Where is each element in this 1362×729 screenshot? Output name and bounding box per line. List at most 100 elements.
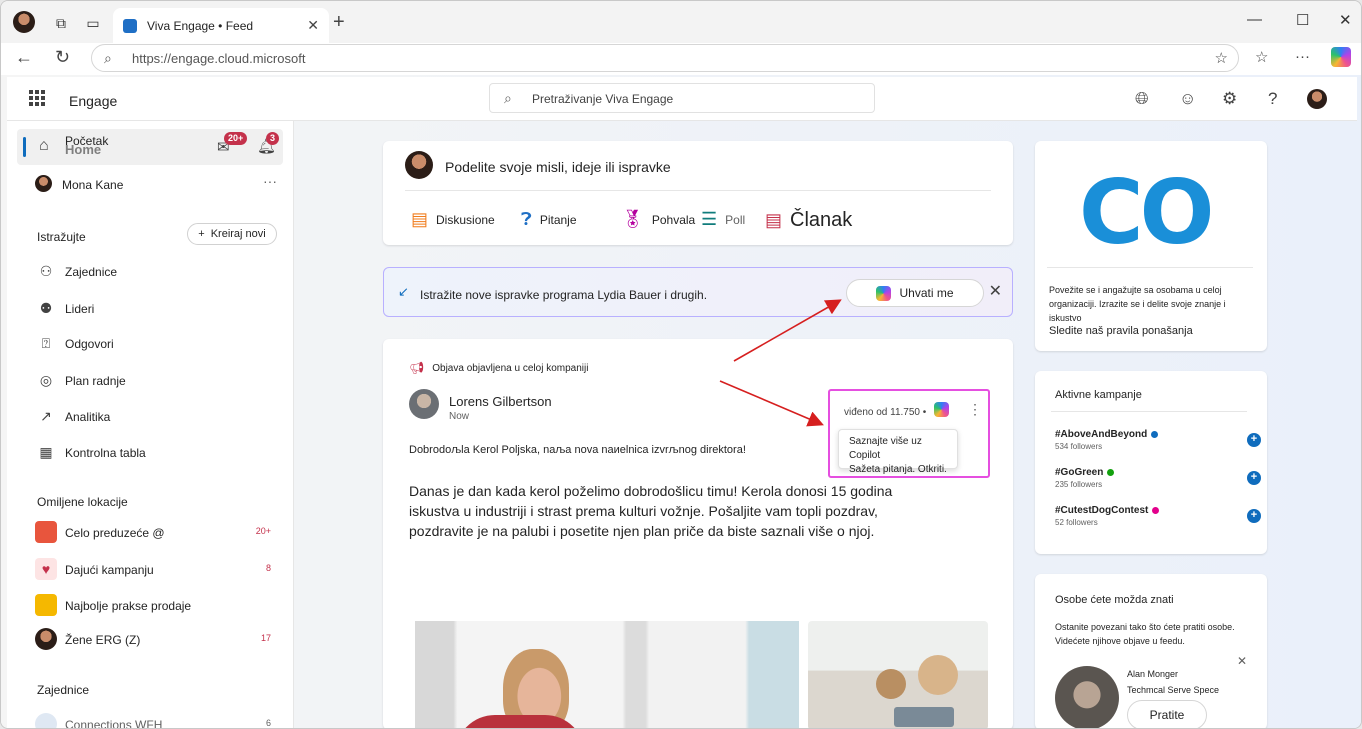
inbox-badge: 20+	[224, 132, 248, 145]
sidebar-item-answers[interactable]: ⍰ Odgovori	[37, 335, 277, 355]
praise-button[interactable]: 🏅︎ Pohvala	[621, 209, 695, 230]
user-avatar	[405, 151, 433, 179]
discussion-icon: ▤	[411, 209, 429, 229]
workspaces-icon[interactable]: ⧉	[49, 11, 73, 35]
catch-me-up-button[interactable]: Uhvati me	[846, 279, 984, 307]
close-icon[interactable]: ✕	[989, 281, 1002, 301]
seen-count[interactable]: viđeno od 11.750 •	[844, 407, 926, 418]
minimize-icon[interactable]: —	[1247, 11, 1262, 28]
campaign-tag: #AboveAndBeyond	[1055, 429, 1148, 440]
status-dot-icon	[1152, 507, 1160, 514]
community-label: Connections WFH	[65, 718, 163, 729]
post-image-portrait[interactable]	[415, 621, 799, 728]
follow-plus-icon[interactable]: +	[1247, 509, 1261, 523]
campaigns-heading: Aktivne kampanje	[1055, 389, 1142, 401]
post-image-family[interactable]	[808, 621, 988, 728]
create-new-button[interactable]: + Kreiraj novi	[187, 223, 277, 245]
tab-actions-icon[interactable]: ▭	[81, 11, 105, 35]
favorite-star-icon[interactable]: ☆	[1215, 49, 1228, 67]
user-name: Mona Kane	[62, 178, 124, 192]
favorite-sales-practices[interactable]: Najbolje prakse prodaje	[35, 594, 275, 620]
question-button[interactable]: ❓︎ Pitanje	[521, 209, 577, 230]
campaign-item[interactable]: #CutestDogContest 52 followers +	[1055, 505, 1261, 535]
suggested-person-role: Techmcal Serve Spece	[1127, 685, 1220, 695]
favorite-label: Celo preduzeće @	[65, 526, 165, 540]
sparkle-arrow-icon: ↙	[398, 284, 409, 299]
app-launcher-icon[interactable]	[29, 90, 45, 106]
community-count: 6	[265, 718, 271, 728]
favorite-label: Najbolje prakse prodaje	[65, 599, 192, 613]
search-placeholder: Pretraživanje Viva Engage	[532, 92, 674, 106]
discussion-button[interactable]: ▤ Diskusione	[411, 209, 495, 230]
close-window-icon[interactable]: ✕	[1339, 11, 1352, 29]
user-profile-row[interactable]: Mona Kane ···	[35, 173, 285, 197]
globe-icon[interactable]: 🌐︎	[1135, 89, 1149, 109]
sidebar-item-leaders[interactable]: ⚉ Lideri	[37, 300, 277, 320]
refresh-icon[interactable]: ↻	[55, 47, 70, 68]
campaign-item[interactable]: #GoGreen 235 followers +	[1055, 467, 1261, 497]
search-input[interactable]: ⌕ Pretraživanje Viva Engage	[489, 83, 875, 113]
follow-plus-icon[interactable]: +	[1247, 433, 1261, 447]
settings-gear-icon[interactable]: ⚙	[1222, 89, 1237, 109]
follow-plus-icon[interactable]: +	[1247, 471, 1261, 485]
praise-icon: 🏅︎	[621, 209, 644, 229]
follow-button[interactable]: Pratite	[1127, 700, 1207, 728]
community-connections-wfh[interactable]: Connections WFH 6	[35, 713, 275, 729]
more-options-icon[interactable]: ⋮	[968, 401, 982, 418]
more-icon[interactable]: ···	[263, 173, 277, 189]
sidebar-item-home[interactable]: ⌂ Home Početak ✉ 20+ 🔔︎ 3	[17, 129, 283, 165]
copilot-icon[interactable]	[934, 402, 949, 417]
new-tab-icon[interactable]: +	[333, 11, 345, 34]
search-icon: ⌕	[104, 50, 112, 66]
suggested-person-avatar[interactable]	[1055, 666, 1119, 728]
favorite-giving-campaign[interactable]: ♥ Dajući kampanju 8	[35, 558, 275, 584]
favorites-icon[interactable]: ☆	[1255, 48, 1268, 66]
seen-by-highlight: viđeno od 11.750 • ⋮ Saznajte više uz Co…	[828, 389, 990, 478]
catch-me-up-label: Uhvati me	[899, 286, 954, 300]
close-tab-icon[interactable]: ✕	[307, 17, 319, 34]
favorite-women-erg[interactable]: Žene ERG (Z) 17	[35, 628, 275, 654]
home-icon: ⌂	[39, 137, 49, 154]
address-bar[interactable]: ⌕ https://engage.cloud.microsoft ☆	[91, 44, 1239, 72]
campaign-followers: 235 followers	[1055, 480, 1103, 489]
leaders-icon: ⚉	[39, 300, 53, 316]
megaphone-icon: 📢︎	[409, 361, 425, 375]
sidebar-item-analytics[interactable]: ↗ Analitika	[37, 408, 277, 428]
sidebar-item-label: Lideri	[65, 302, 95, 316]
answers-icon: ⍰	[41, 335, 51, 351]
dismiss-icon[interactable]: ✕	[1237, 654, 1247, 668]
composer-prompt[interactable]: Podelite svoje misli, ideje ili ispravke	[445, 159, 671, 175]
back-icon[interactable]: ←	[15, 47, 33, 68]
user-avatar[interactable]	[1307, 89, 1327, 109]
maximize-icon[interactable]: ☐	[1296, 11, 1309, 29]
app-name: Engage	[69, 93, 118, 109]
sidebar-item-dashboard[interactable]: ▦ Kontrolna tabla	[37, 444, 277, 464]
author-avatar[interactable]	[409, 389, 439, 419]
campaign-tag: #GoGreen	[1055, 467, 1104, 478]
campaign-item[interactable]: #AboveAndBeyond 534 followers +	[1055, 429, 1261, 459]
heart-icon: ♥	[35, 558, 57, 580]
divider	[1047, 267, 1253, 268]
announcement-label: 📢︎ Objava objavljena u celoj kompaniji	[409, 361, 588, 375]
favorite-count: 20+	[255, 526, 271, 536]
code-of-conduct-link[interactable]: Sledite naš pravila ponašanja	[1049, 325, 1193, 337]
community-icon	[35, 713, 57, 728]
browser-tab-active[interactable]: Viva Engage • Feed ✕	[113, 8, 329, 43]
author-name[interactable]: Lorens Gilbertson	[449, 394, 552, 409]
favorite-all-company[interactable]: Celo preduzeće @ 20+	[35, 521, 275, 547]
sidebar-item-storyline[interactable]: ◎ Plan radnje	[37, 372, 277, 392]
notifications-badge: 3	[266, 132, 280, 145]
analytics-icon: ↗	[40, 408, 52, 424]
emoji-feedback-icon[interactable]: ☺	[1179, 89, 1196, 109]
help-icon[interactable]: ?	[1268, 89, 1277, 109]
child-figure	[876, 669, 906, 699]
favorites-heading: Omiljene lokacije	[37, 495, 128, 509]
sidebar-item-label: Kontrolna tabla	[65, 446, 146, 460]
profile-avatar[interactable]	[13, 11, 35, 33]
more-options-icon[interactable]: ···	[1295, 48, 1310, 65]
suggested-person-name[interactable]: Alan Monger	[1127, 669, 1178, 679]
poll-button[interactable]: ☰ Poll	[701, 209, 745, 230]
sidebar-item-communities[interactable]: ⚇ Zajednice	[37, 263, 277, 283]
article-button[interactable]: ▤ Članak	[765, 209, 852, 232]
copilot-icon[interactable]	[1331, 47, 1351, 67]
